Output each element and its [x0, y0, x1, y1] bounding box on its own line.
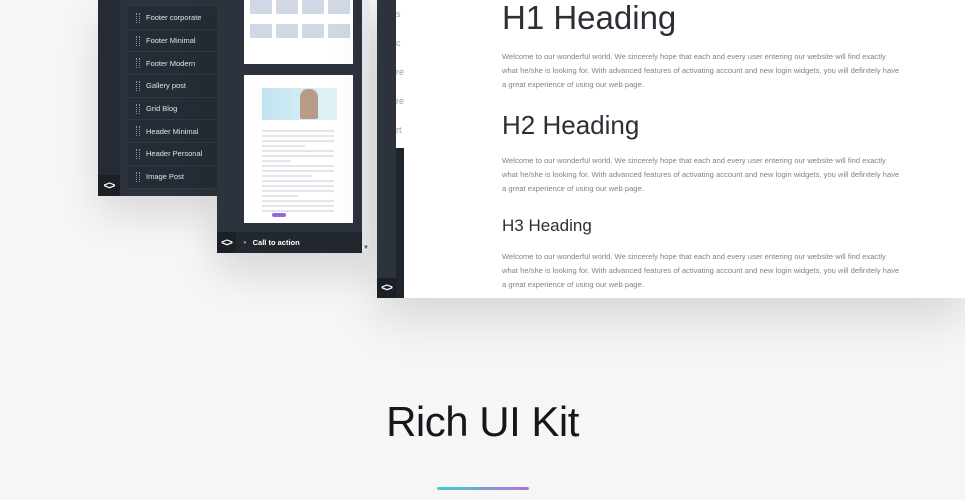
list-item[interactable]: Footer corporate: [128, 7, 218, 30]
text-fragment: re: [396, 67, 405, 77]
templates-panel: ▼ <> ● Call to action: [217, 0, 370, 253]
code-toggle-button[interactable]: <>: [377, 278, 396, 298]
drag-handle-icon[interactable]: [136, 80, 140, 91]
h3-heading: H3 Heading: [502, 216, 592, 235]
code-icon: <>: [103, 179, 116, 192]
template-thumbnail[interactable]: [244, 75, 353, 223]
drag-handle-icon[interactable]: [136, 58, 140, 69]
gradient-divider: [437, 487, 529, 490]
text-fragment: s c: [396, 9, 401, 48]
list-item[interactable]: Grid Blog: [128, 97, 218, 121]
drag-handle-icon[interactable]: [136, 35, 140, 46]
drag-handle-icon[interactable]: [136, 12, 140, 23]
list-item-label: Header Minimal: [146, 126, 199, 136]
template-thumbnail[interactable]: [244, 0, 353, 64]
panel-rail: [98, 0, 120, 175]
list-item-label: Header Personal: [146, 149, 203, 159]
thumbnail-person-image: [300, 89, 318, 119]
list-item-label: Grid Blog: [146, 104, 178, 114]
text-fragment: re: [396, 96, 405, 106]
scrollbar[interactable]: ▼: [362, 0, 370, 253]
list-item[interactable]: Gallery post: [128, 75, 218, 98]
drag-handle-icon[interactable]: [136, 148, 140, 159]
code-icon: <>: [381, 282, 393, 294]
section-title: Rich UI Kit: [386, 398, 579, 445]
paragraph: Welcome to our wonderful world. We since…: [502, 156, 900, 193]
list-item[interactable]: Footer Minimal: [128, 29, 218, 53]
list-item-label: Image Post: [146, 172, 184, 182]
drag-handle-icon[interactable]: [136, 103, 140, 114]
list-item[interactable]: Header Personal: [128, 143, 218, 166]
list-item-label: Footer Modern: [146, 58, 196, 68]
paragraph: Welcome to our wonderful world. We since…: [502, 52, 900, 89]
thumbnail-button: [272, 213, 286, 217]
elements-list: Footer corporate Footer Minimal Footer M…: [128, 7, 218, 189]
h1-heading: H1 Heading: [502, 0, 677, 36]
h2-heading: H2 Heading: [502, 110, 640, 140]
list-item-label[interactable]: Call to action: [253, 238, 300, 247]
list-item[interactable]: Header Minimal: [128, 120, 218, 144]
thumbnail-image-grid: [250, 0, 350, 38]
bullet-icon: ●: [243, 239, 247, 246]
paragraph: Welcome to our wonderful world. We since…: [502, 252, 900, 289]
panel-divider: [396, 148, 404, 298]
list-item[interactable]: Footer Modern: [128, 52, 218, 76]
cropped-text-fragments: s c re re rt re: [396, 0, 405, 164]
text-fragment: rt: [396, 125, 402, 135]
panel-rail: <>: [377, 0, 396, 298]
list-item-label: Footer Minimal: [146, 36, 196, 46]
typography-preview-panel: <> s c re re rt re H1 Heading Welcome to…: [377, 0, 965, 298]
typography-content: H1 Heading Welcome to our wonderful worl…: [502, 0, 902, 292]
drag-handle-icon[interactable]: [136, 171, 140, 182]
code-toggle-button[interactable]: <>: [217, 232, 236, 253]
drag-handle-icon[interactable]: [136, 126, 140, 137]
list-item-label: Gallery post: [146, 81, 187, 91]
panel-bottom-bar: <> ● Call to action: [217, 232, 362, 253]
thumbnail-text-lines: [262, 127, 334, 215]
code-icon: <>: [221, 236, 233, 249]
elements-list-panel: Footer corporate Footer Minimal Footer M…: [98, 0, 218, 196]
scroll-down-icon[interactable]: ▼: [363, 245, 369, 251]
list-item[interactable]: Image Post: [128, 165, 218, 189]
code-toggle-button[interactable]: <>: [98, 175, 120, 196]
list-item-label: Footer corporate: [146, 13, 202, 23]
